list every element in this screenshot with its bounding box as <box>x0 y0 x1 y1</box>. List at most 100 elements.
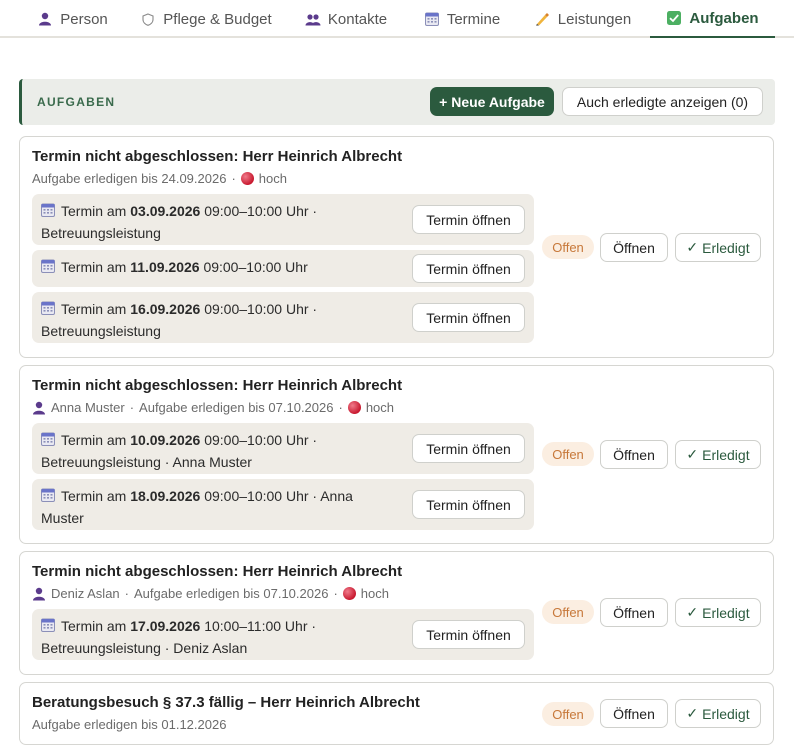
tab-person[interactable]: Person <box>30 0 115 38</box>
mark-done-label: Erledigt <box>702 705 750 722</box>
mark-done-label: Erledigt <box>702 604 750 621</box>
task-card: Termin nicht abgeschlossen: Herr Heinric… <box>19 136 774 358</box>
open-appointment-button[interactable]: Termin öffnen <box>412 303 525 332</box>
check-icon: ✓ <box>686 446 699 462</box>
new-task-button[interactable]: + Neue Aufgabe <box>430 87 554 116</box>
status-badge: Offen <box>542 600 594 624</box>
task-meta: Aufgabe erledigen bis 24.09.2026 · hoch <box>32 171 287 186</box>
appointment-detail: Betreuungsleistung · Deniz Aslan <box>41 640 248 656</box>
appointment-time: 09:00–10:00 Uhr · <box>204 432 318 448</box>
open-task-button[interactable]: Öffnen <box>600 598 668 627</box>
calendar-icon <box>41 203 55 217</box>
writing-hand-icon <box>535 12 551 26</box>
mark-done-button[interactable]: ✓ Erledigt <box>675 233 761 262</box>
appointment-date: 03.09.2026 <box>130 203 201 219</box>
appointment-time: 09:00–10:00 Uhr · Anna <box>204 488 353 504</box>
separator: · <box>333 586 338 601</box>
mark-done-label: Erledigt <box>702 239 750 256</box>
appointment-date: 18.09.2026 <box>130 488 201 504</box>
task-assignee: Deniz Aslan <box>51 586 120 601</box>
separator: · <box>124 586 129 601</box>
mark-done-label: Erledigt <box>702 446 750 463</box>
open-appointment-button[interactable]: Termin öffnen <box>412 205 525 234</box>
tab-bar: Person Pflege & Budget Kontakte Termine … <box>0 0 794 38</box>
task-priority: hoch <box>365 400 395 415</box>
person-icon <box>37 12 53 26</box>
calendar-icon <box>41 618 55 632</box>
status-badge: Offen <box>542 235 594 259</box>
task-card: Beratungsbesuch § 37.3 fällig – Herr Hei… <box>19 682 774 745</box>
calendar-icon <box>41 259 55 273</box>
tab-kontakte[interactable]: Kontakte <box>298 0 394 38</box>
appointment-item: Termin am 18.09.2026 09:00–10:00 Uhr · A… <box>32 479 534 530</box>
separator: · <box>231 171 236 186</box>
appointment-prefix: Termin am <box>61 203 127 219</box>
check-icon: ✓ <box>686 705 699 721</box>
task-due: Aufgabe erledigen bis 01.12.2026 <box>32 717 227 732</box>
person-icon <box>32 587 46 601</box>
priority-dot-icon <box>347 401 361 414</box>
open-appointment-button[interactable]: Termin öffnen <box>412 434 525 463</box>
tab-label: Person <box>60 10 108 28</box>
appointment-prefix: Termin am <box>61 618 127 634</box>
status-badge: Offen <box>542 702 594 726</box>
tab-pflege-budget[interactable]: Pflege & Budget <box>136 0 276 38</box>
appointment-item: Termin am 03.09.2026 09:00–10:00 Uhr · Be… <box>32 194 534 245</box>
open-task-button[interactable]: Öffnen <box>600 440 668 469</box>
appointment-text: Termin am 11.09.2026 09:00–10:00 Uhr <box>41 256 403 278</box>
mark-done-button[interactable]: ✓ Erledigt <box>675 440 761 469</box>
appointment-date: 11.09.2026 <box>130 259 200 275</box>
appointment-prefix: Termin am <box>61 432 127 448</box>
task-priority: hoch <box>258 171 287 186</box>
calendar-icon <box>424 12 440 26</box>
person-icon <box>32 401 46 415</box>
mark-done-button[interactable]: ✓ Erledigt <box>675 699 761 728</box>
open-task-button[interactable]: Öffnen <box>600 233 668 262</box>
tab-leistungen[interactable]: Leistungen <box>528 0 638 38</box>
task-meta: Anna Muster · Aufgabe erledigen bis 07.1… <box>32 400 394 415</box>
task-card: Termin nicht abgeschlossen: Herr Heinric… <box>19 365 774 544</box>
open-appointment-button[interactable]: Termin öffnen <box>412 254 525 283</box>
appointment-time: 09:00–10:00 Uhr <box>203 259 308 275</box>
appointment-prefix: Termin am <box>61 488 127 504</box>
appointment-detail: Betreuungsleistung <box>41 323 161 339</box>
appointment-detail: Muster <box>41 510 84 526</box>
task-card: Termin nicht abgeschlossen: Herr Heinric… <box>19 551 774 675</box>
appointment-item: Termin am 17.09.2026 10:00–11:00 Uhr · Be… <box>32 609 534 660</box>
open-appointment-button[interactable]: Termin öffnen <box>412 490 525 519</box>
appointment-date: 10.09.2026 <box>130 432 201 448</box>
tab-label: Termine <box>446 10 501 28</box>
open-appointment-button[interactable]: Termin öffnen <box>412 620 525 649</box>
appointment-prefix: Termin am <box>61 259 127 275</box>
section-header: AUFGABEN + Neue Aufgabe Auch erledigte a… <box>19 79 775 125</box>
task-title: Termin nicht abgeschlossen: Herr Heinric… <box>32 377 403 394</box>
appointment-date: 16.09.2026 <box>130 301 201 317</box>
appointment-text: Termin am 10.09.2026 09:00–10:00 Uhr · Be… <box>41 429 403 473</box>
open-task-button[interactable]: Öffnen <box>600 699 668 728</box>
contacts-icon <box>305 13 321 26</box>
priority-dot-icon <box>240 172 254 185</box>
show-completed-button[interactable]: Auch erledigte anzeigen (0) <box>562 87 763 116</box>
task-title: Termin nicht abgeschlossen: Herr Heinric… <box>32 148 403 165</box>
appointment-item: Termin am 11.09.2026 09:00–10:00 Uhr Ter… <box>32 250 534 287</box>
tab-termine[interactable]: Termine <box>417 0 507 38</box>
appointment-item: Termin am 10.09.2026 09:00–10:00 Uhr · Be… <box>32 423 534 474</box>
calendar-icon <box>41 301 55 315</box>
task-meta: Deniz Aslan · Aufgabe erledigen bis 07.1… <box>32 586 389 601</box>
task-due: Aufgabe erledigen bis 07.10.2026 <box>139 400 334 415</box>
tab-label: Leistungen <box>557 10 632 28</box>
task-priority: hoch <box>360 586 389 601</box>
tab-label: Kontakte <box>327 10 388 28</box>
task-due: Aufgabe erledigen bis 07.10.2026 <box>134 586 329 601</box>
section-title: AUFGABEN <box>37 95 116 109</box>
task-meta: Aufgabe erledigen bis 01.12.2026 <box>32 717 226 732</box>
check-icon: ✓ <box>686 604 699 620</box>
tab-label: Aufgaben <box>689 9 759 27</box>
calendar-icon <box>41 488 55 502</box>
task-title: Termin nicht abgeschlossen: Herr Heinric… <box>32 563 403 580</box>
tab-aufgaben[interactable]: Aufgaben <box>650 0 775 38</box>
checkbox-icon <box>666 11 682 25</box>
appointment-date: 17.09.2026 <box>130 618 201 634</box>
mark-done-button[interactable]: ✓ Erledigt <box>675 598 761 627</box>
task-title: Beratungsbesuch § 37.3 fällig – Herr Hei… <box>32 694 420 711</box>
